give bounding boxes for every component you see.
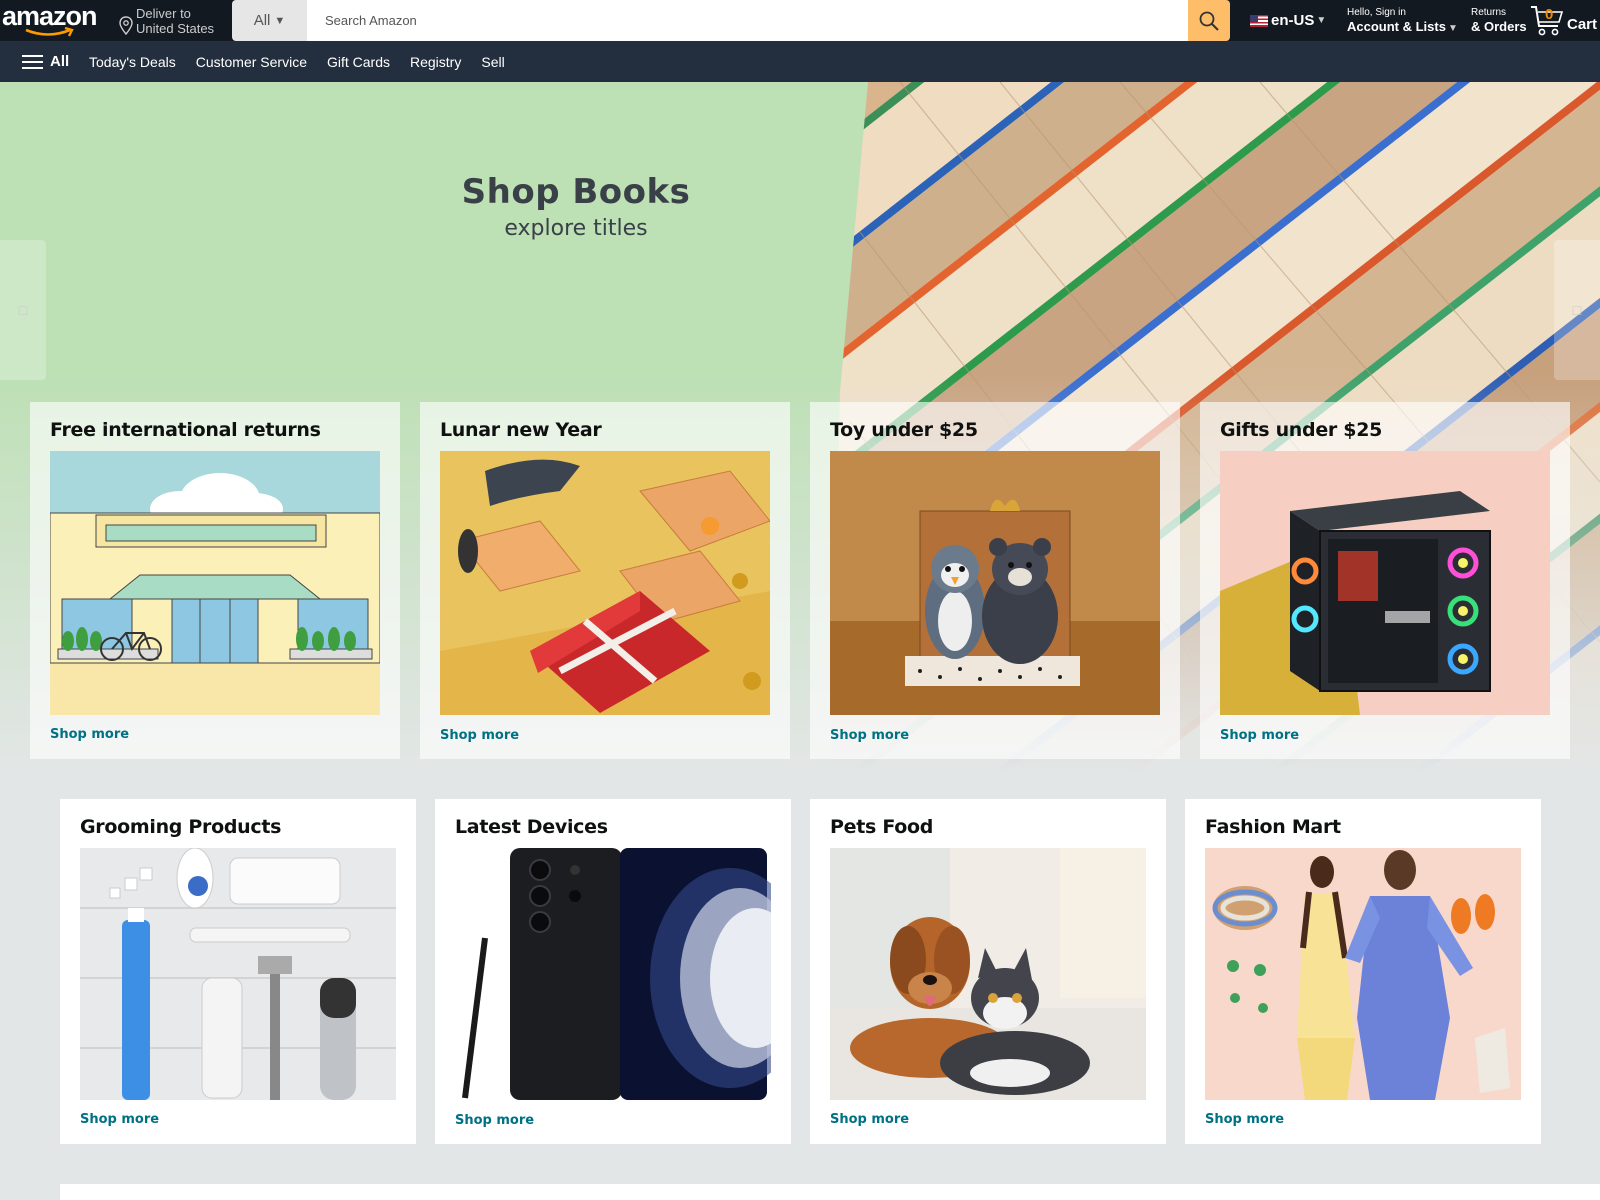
card-toy-under-25: Toy under $25 Shop more xyxy=(810,402,1180,759)
card-title: Grooming Products xyxy=(80,816,282,838)
card-title: Latest Devices xyxy=(455,816,608,838)
nav-link-gift-cards[interactable]: Gift Cards xyxy=(327,54,390,70)
search-icon xyxy=(1199,11,1219,31)
deliver-label: Deliver to xyxy=(136,6,191,21)
shop-more-link[interactable]: Shop more xyxy=(1205,1112,1284,1127)
card-pets-food: Pets Food Shop more xyxy=(810,799,1166,1144)
shop-more-link[interactable]: Shop more xyxy=(80,1112,159,1127)
location-pin-icon xyxy=(119,16,133,36)
card-grooming-products: Grooming Products Shop more xyxy=(60,799,416,1144)
lunar-gifts-image xyxy=(440,451,770,715)
card-image[interactable] xyxy=(830,451,1160,715)
shop-more-link[interactable]: Shop more xyxy=(455,1113,534,1128)
smartphone-image xyxy=(455,848,771,1100)
nav-link-sell[interactable]: Sell xyxy=(481,54,504,70)
card-fashion-mart: Fashion Mart Shop more xyxy=(1185,799,1541,1144)
deliver-country: United States xyxy=(136,21,215,36)
card-latest-devices: Latest Devices Shop more xyxy=(435,799,791,1144)
fashion-models-image xyxy=(1205,848,1521,1100)
chevron-down-icon: ▼ xyxy=(274,14,286,27)
card-image[interactable] xyxy=(830,848,1146,1100)
hero-prev-button[interactable]: □ xyxy=(0,240,46,380)
card-title: Fashion Mart xyxy=(1205,816,1341,838)
amazon-logo[interactable]: amazon xyxy=(2,0,100,41)
card-title: Gifts under $25 xyxy=(1220,419,1383,441)
caret-down-icon: ▼ xyxy=(1316,15,1327,26)
returns-label: Returns xyxy=(1471,7,1507,18)
shop-more-link[interactable]: Shop more xyxy=(830,728,909,743)
all-menu-button[interactable]: All xyxy=(22,41,69,82)
card-image[interactable] xyxy=(50,451,380,715)
hero-caption: Shop Books explore titles xyxy=(430,172,722,241)
nav-bar: All Today's Deals Customer Service Gift … xyxy=(0,41,1600,82)
grooming-products-image xyxy=(80,848,396,1100)
plush-toys-image xyxy=(830,451,1160,715)
search-input[interactable] xyxy=(307,0,1188,41)
cart-count: 0 xyxy=(1545,6,1554,23)
language-label: en-US xyxy=(1271,12,1315,29)
deliver-to[interactable]: Deliver to United States xyxy=(118,6,214,36)
storefront-illustration xyxy=(50,451,380,715)
cart-label: Cart xyxy=(1567,16,1598,33)
shop-more-link[interactable]: Shop more xyxy=(1220,728,1299,743)
card-free-international-returns: Free international returns Shop more xyxy=(30,402,400,759)
hero-title: Shop Books xyxy=(461,172,691,212)
account-menu[interactable]: Hello, Sign in Account & Lists ▼ xyxy=(1347,6,1458,36)
orders-label: & Orders xyxy=(1471,19,1527,34)
shop-more-link[interactable]: Shop more xyxy=(830,1112,909,1127)
hamburger-menu-icon xyxy=(22,54,43,69)
logo-smile-icon xyxy=(25,27,74,37)
nav-link-registry[interactable]: Registry xyxy=(410,54,461,70)
card-title: Free international returns xyxy=(50,419,321,441)
card-title: Toy under $25 xyxy=(830,419,978,441)
all-menu-label: All xyxy=(50,53,70,70)
card-image[interactable] xyxy=(440,451,770,715)
shop-more-link[interactable]: Shop more xyxy=(50,727,129,742)
card-image[interactable] xyxy=(1220,451,1550,715)
gaming-pc-image xyxy=(1220,451,1550,715)
card-title: Lunar new Year xyxy=(440,419,602,441)
card-title: Pets Food xyxy=(830,816,934,838)
hero-subtitle: explore titles xyxy=(504,216,648,241)
account-label: Account & Lists xyxy=(1347,19,1446,34)
hero-next-button[interactable]: □ xyxy=(1554,240,1600,380)
nav-links: Today's Deals Customer Service Gift Card… xyxy=(89,41,505,82)
top-header: amazon Deliver to United States All ▼ Se… xyxy=(0,0,1600,41)
card-gifts-under-25: Gifts under $25 Shop more xyxy=(1200,402,1570,759)
language-selector[interactable]: en-US ▼ xyxy=(1250,12,1326,29)
search-category-label: All xyxy=(253,12,271,29)
returns-orders[interactable]: Returns & Orders xyxy=(1471,6,1527,34)
card-image[interactable] xyxy=(80,848,396,1100)
card-lunar-new-year: Lunar new Year Shop more xyxy=(420,402,790,759)
card-image[interactable] xyxy=(455,848,771,1100)
cart-button[interactable]: 0 Cart xyxy=(1530,4,1600,38)
nav-link-todays-deals[interactable]: Today's Deals xyxy=(89,54,176,70)
search-category-dropdown[interactable]: All ▼ xyxy=(232,0,307,41)
account-greeting: Hello, Sign in xyxy=(1347,7,1406,18)
us-flag-icon xyxy=(1250,14,1268,27)
card-image[interactable] xyxy=(1205,848,1521,1100)
caret-down-icon: ▼ xyxy=(1447,23,1458,34)
search-button[interactable] xyxy=(1188,0,1230,41)
next-section-card xyxy=(60,1184,1600,1200)
nav-link-customer-service[interactable]: Customer Service xyxy=(196,54,307,70)
chevron-left-icon: □ xyxy=(18,302,28,318)
dog-and-cat-image xyxy=(830,848,1146,1100)
shop-more-link[interactable]: Shop more xyxy=(440,728,519,743)
chevron-right-icon: □ xyxy=(1572,302,1582,318)
search-bar: All ▼ xyxy=(232,0,1230,41)
